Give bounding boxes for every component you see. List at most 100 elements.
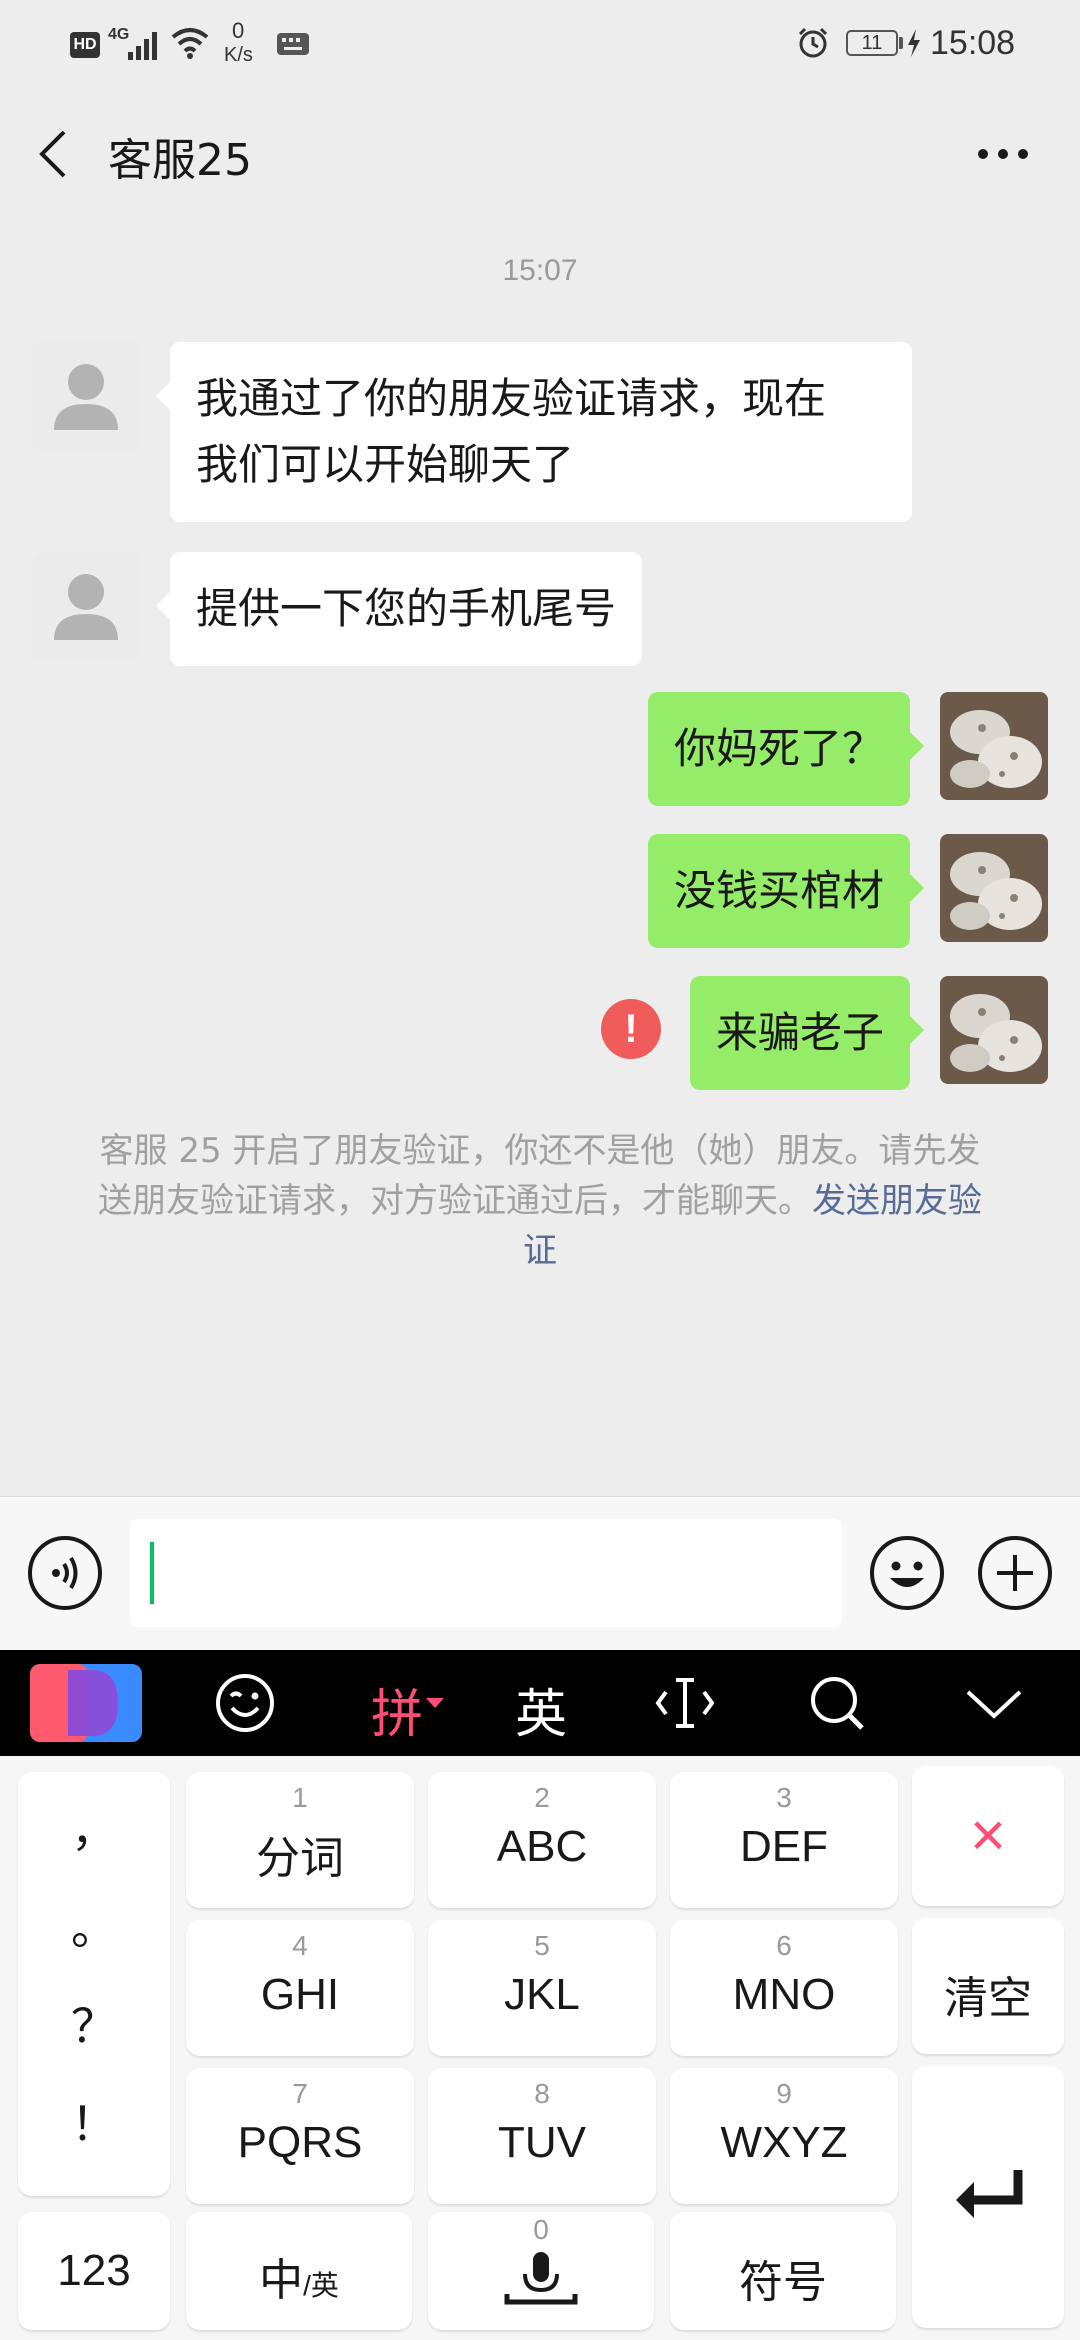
key-label: TUV — [498, 2118, 586, 2167]
emoji-icon[interactable] — [214, 1672, 276, 1734]
delete-key[interactable]: × — [912, 1766, 1064, 1906]
status-bar: HD 4G 0 K/s 11 15:08 — [0, 0, 1080, 84]
message-text: 我通过了你的朋友验证请求，现在 — [196, 374, 827, 423]
plus-icon — [997, 1555, 1033, 1591]
key-label: GHI — [260, 1970, 340, 2019]
key-number: 6 — [776, 1930, 792, 1961]
charging-icon — [908, 29, 920, 57]
more-icon[interactable] — [976, 146, 1030, 162]
message-bubble[interactable]: 提供一下您的手机尾号 — [170, 552, 643, 666]
message-text: 提供一下您的手机尾号 — [196, 584, 617, 633]
bubble-tail — [156, 592, 170, 620]
enter-icon — [956, 2170, 1023, 2218]
message-text: 没钱买棺材 — [673, 866, 884, 915]
language-main: 中 — [259, 2256, 304, 2305]
ime-logo[interactable] — [30, 1664, 142, 1742]
voice-icon — [52, 1556, 78, 1590]
key-number: 8 — [534, 2078, 550, 2109]
photo-avatar-image — [940, 834, 1048, 942]
key-4[interactable]: 4 GHI — [186, 1920, 414, 2056]
cursor-icon[interactable] — [654, 1674, 716, 1732]
message-text: 来骗老子 — [715, 1008, 884, 1057]
contact-avatar[interactable] — [32, 342, 140, 450]
message-bubble[interactable]: 没钱买棺材 — [647, 834, 910, 948]
message-bubble[interactable]: 我通过了你的朋友验证请求，现在 我们可以开始聊天了 — [170, 342, 912, 522]
key-3[interactable]: 3 DEF — [670, 1772, 898, 1908]
bubble-tail — [910, 1016, 924, 1044]
default-avatar-icon — [54, 364, 118, 430]
key-8[interactable]: 8 TUV — [428, 2068, 656, 2204]
clear-key[interactable]: 清空 — [912, 1918, 1064, 2054]
default-avatar-icon — [54, 574, 118, 640]
key-number: 1 — [292, 1782, 308, 1813]
voice-button[interactable] — [28, 1536, 102, 1610]
message-timestamp: 15:07 — [502, 254, 578, 287]
punctuation-key[interactable]: 。 — [18, 1892, 170, 1958]
message-input[interactable] — [130, 1519, 842, 1627]
photo-avatar-image — [940, 692, 1048, 800]
my-avatar[interactable] — [940, 834, 1048, 942]
key-1[interactable]: 1 分词 — [186, 1772, 414, 1908]
punctuation-key[interactable]: ！ — [18, 2088, 170, 2154]
punctuation-panel[interactable]: ， 。 ？ ！ — [18, 1772, 170, 2196]
signal-icon — [128, 32, 157, 60]
key-number: 7 — [292, 2078, 308, 2109]
battery-tip — [899, 37, 903, 49]
speed-value: 0 — [232, 18, 245, 43]
symbols-key[interactable]: 符号 — [670, 2212, 896, 2330]
pinyin-dropdown-icon — [426, 1698, 444, 1708]
key-7[interactable]: 7 PQRS — [186, 2068, 414, 2204]
english-mode-button[interactable]: 英 — [506, 1672, 576, 1747]
key-label: ABC — [496, 1822, 588, 1871]
chevron-down-icon[interactable] — [964, 1686, 1024, 1722]
send-failed-icon[interactable]: ! — [601, 999, 661, 1059]
emoji-button[interactable] — [870, 1536, 944, 1610]
key-2[interactable]: 2 ABC — [428, 1772, 656, 1908]
bubble-tail — [910, 732, 924, 760]
speed-unit: K/s — [224, 44, 253, 66]
hd-badge: HD — [70, 32, 100, 58]
chat-title: 客服25 — [108, 135, 252, 186]
key-5[interactable]: 5 JKL — [428, 1920, 656, 2056]
key-number: 5 — [534, 1930, 550, 1961]
alarm-icon — [798, 27, 828, 58]
language-sub: /英 — [303, 2270, 339, 2301]
punctuation-key[interactable]: ， — [18, 1794, 170, 1860]
symbols-label: 符号 — [739, 2258, 827, 2307]
key-label: PQRS — [237, 2118, 363, 2167]
emoji-icon — [890, 1561, 924, 1587]
search-icon[interactable] — [806, 1672, 868, 1734]
punctuation-key[interactable]: ？ — [18, 1990, 170, 2056]
friend-verification-notice: 客服 25 开启了朋友验证，你还不是他（她）朋友。请先发送朋友验证请求，对方验证… — [88, 1126, 992, 1276]
message-bubble[interactable]: 你妈死了？ — [647, 692, 910, 806]
my-avatar[interactable] — [940, 976, 1048, 1084]
pinyin-mode-button[interactable]: 拼 — [362, 1672, 432, 1747]
my-avatar[interactable] — [940, 692, 1048, 800]
key-number: 4 — [292, 1930, 308, 1961]
key-label: JKL — [504, 1970, 580, 2019]
language-switch-key[interactable]: 中/英 — [186, 2212, 412, 2330]
key-label: 分词 — [256, 1834, 344, 1883]
numbers-label: 123 — [57, 2246, 131, 2295]
keyboard-status-icon — [277, 33, 309, 55]
wifi-icon — [171, 28, 209, 59]
key-9[interactable]: 9 WXYZ — [670, 2068, 898, 2204]
numbers-key[interactable]: 123 — [18, 2212, 170, 2330]
key-number: 0 — [533, 2214, 549, 2245]
contact-avatar[interactable] — [32, 552, 140, 660]
message-text: 我们可以开始聊天了 — [196, 440, 575, 489]
chevron-left-icon[interactable] — [34, 128, 74, 180]
key-number: 3 — [776, 1782, 792, 1813]
message-bubble[interactable]: 来骗老子 — [689, 976, 910, 1090]
battery-icon: 11 — [846, 30, 898, 56]
key-6[interactable]: 6 MNO — [670, 1920, 898, 2056]
close-icon: × — [969, 1801, 1007, 1870]
enter-key[interactable] — [912, 2066, 1064, 2328]
plus-button[interactable] — [978, 1536, 1052, 1610]
bubble-tail — [156, 382, 170, 410]
bubble-tail — [910, 874, 924, 902]
key-label: WXYZ — [720, 2118, 848, 2167]
key-number: 2 — [534, 1782, 550, 1813]
key-label: DEF — [740, 1822, 828, 1871]
space-key[interactable]: 0 — [428, 2212, 654, 2330]
